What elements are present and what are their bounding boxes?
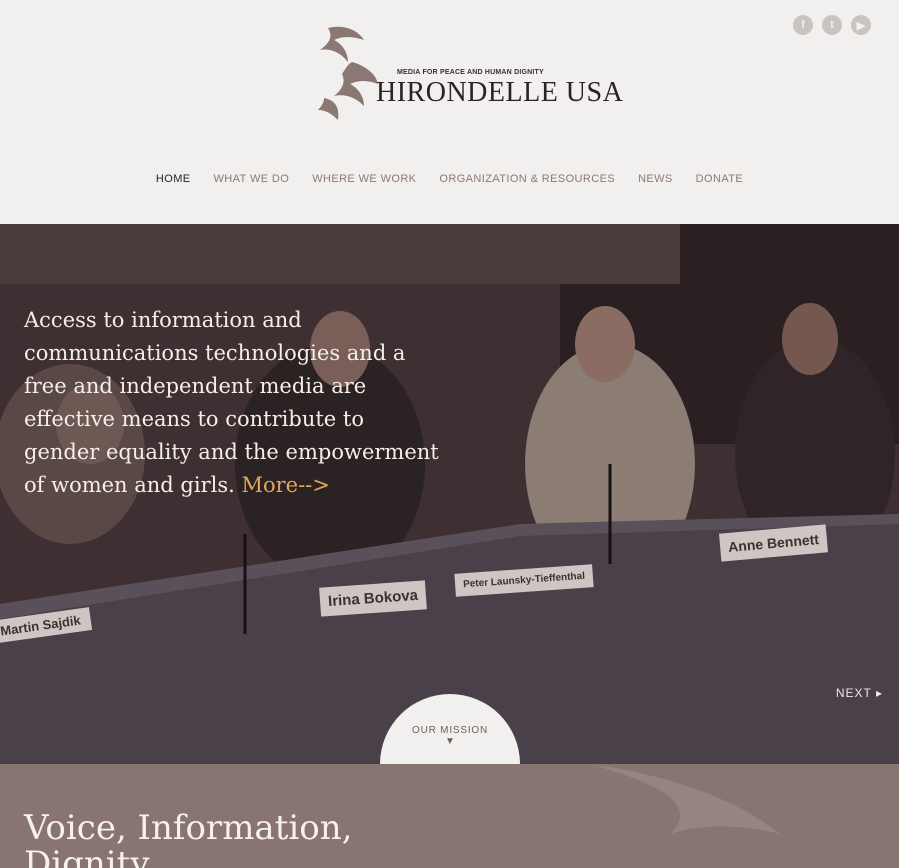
hero-text: Access to information and communications… bbox=[24, 308, 439, 497]
site-logo[interactable]: MEDIA FOR PEACE AND HUMAN DIGNITY HIROND… bbox=[314, 22, 623, 130]
more-link[interactable]: More--> bbox=[241, 473, 329, 497]
logo-tagline: MEDIA FOR PEACE AND HUMAN DIGNITY bbox=[397, 69, 544, 76]
hero-slider: Martin Sajdik Irina Bokova Peter Launsky… bbox=[0, 224, 899, 764]
hero-statement: Access to information and communications… bbox=[24, 304, 444, 502]
nav-donate[interactable]: DONATE bbox=[696, 173, 743, 185]
twitter-icon[interactable]: t bbox=[822, 15, 842, 35]
our-mission-label: OUR MISSION bbox=[411, 725, 489, 736]
social-links: f t ▶ bbox=[793, 15, 871, 35]
next-slide-button[interactable]: NEXT ▸ bbox=[836, 686, 883, 700]
facebook-icon[interactable]: f bbox=[793, 15, 813, 35]
nav-what-we-do[interactable]: WHAT WE DO bbox=[214, 173, 290, 185]
main-nav: HOME WHAT WE DO WHERE WE WORK ORGANIZATI… bbox=[0, 173, 899, 185]
logo-name: HIRONDELLE USA bbox=[376, 77, 624, 108]
mission-section: Voice, Information, Dignity bbox=[0, 764, 899, 868]
nav-organization-resources[interactable]: ORGANIZATION & RESOURCES bbox=[439, 173, 615, 185]
section-title: Voice, Information, Dignity bbox=[24, 808, 353, 868]
swallow-logo-icon bbox=[318, 26, 378, 120]
nav-home[interactable]: HOME bbox=[156, 173, 191, 185]
nav-where-we-work[interactable]: WHERE WE WORK bbox=[312, 173, 416, 185]
nav-news[interactable]: NEWS bbox=[638, 173, 673, 185]
site-header: f t ▶ MEDIA FOR PEACE AND HUMAN DIGNITY … bbox=[0, 0, 899, 224]
youtube-icon[interactable]: ▶ bbox=[851, 15, 871, 35]
down-arrow-icon: ▼ bbox=[445, 736, 455, 747]
watermark-swallow-icon bbox=[590, 764, 780, 834]
